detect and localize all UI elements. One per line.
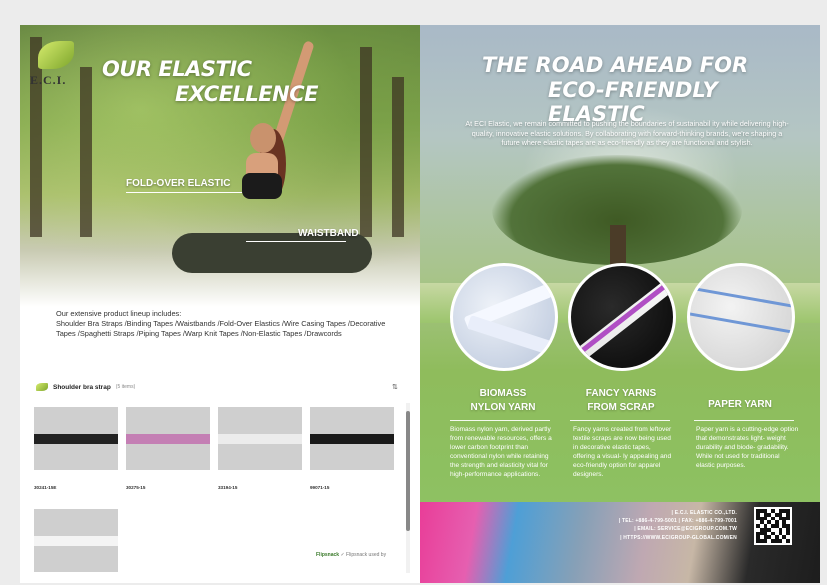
flipsnack-footer[interactable]: Flipsnack ✓ Flipsnack used by [316,552,386,558]
magazine-spread: E.C.I. OUR ELASTIC EXCELLENCE FOLD-OVER … [20,25,820,583]
leaf-icon [38,41,74,69]
email-address[interactable]: | EMAIL: SERVICE@ECIGROUP.COM.TW [619,525,737,533]
eci-mini-logo-icon [36,383,48,391]
yarn-desc-fancy: Fancy yarns created from leftover textil… [573,426,672,478]
callout-line [126,192,242,193]
website-link[interactable]: | HTTPS://WWW.ECIGROUP-GLOBAL.COM/EN [619,534,737,542]
product-code[interactable]: 30241-15E [34,485,56,490]
flipsnack-note: ✓ Flipsnack used by [340,552,387,558]
divider [570,420,670,421]
paper-yarn-photo [687,263,795,371]
divider [450,420,550,421]
intro-product-list: Shoulder Bra Straps /Binding Tapes /Wais… [56,319,386,338]
right-title-line1: THE ROAD AHEAD FOR [482,53,749,77]
product-tile[interactable] [34,509,118,572]
product-tile[interactable] [310,407,394,470]
yarn-title-line: FANCY YARNS [585,388,657,399]
product-code[interactable]: 30275-15 [126,485,145,490]
product-tile[interactable] [34,407,118,470]
product-tile[interactable] [126,407,210,470]
callout-waistband: WAISTBAND [298,228,359,239]
qr-code[interactable] [754,507,792,545]
callout-line [246,241,346,242]
yarn-title-line: PAPER YARN [708,399,772,410]
left-page: E.C.I. OUR ELASTIC EXCELLENCE FOLD-OVER … [20,25,420,583]
scrollbar[interactable] [406,403,410,573]
fancy-yarn-photo [568,263,676,371]
yarn-title-line: NYLON YARN [470,402,536,413]
item-count: (5 items) [115,384,136,390]
biomass-yarn-photo [450,263,558,371]
product-code[interactable]: 33194-15 [218,485,237,490]
sort-icon[interactable]: ⇅ [392,383,398,391]
logo-text: E.C.I. [30,73,67,87]
phone-fax: | TEL: +886-4-799-5001 | FAX: +886-4-799… [618,518,737,525]
yarn-title-fancy: FANCY YARNS FROM SCRAP [566,387,676,415]
contact-block: | E.C.I. ELASTIC CO.,LTD. | TEL: +886-4-… [619,509,737,542]
company-name: | E.C.I. ELASTIC CO.,LTD. [671,510,737,516]
product-tile[interactable] [218,407,302,470]
scrollbar-thumb[interactable] [406,411,410,531]
right-intro-text: At ECI Elastic, we remain committed to p… [465,119,789,148]
yarn-desc-paper: Paper yarn is a cutting-edge option that… [696,426,799,469]
tree-trunk [360,47,372,237]
page-title-line2: EXCELLENCE [175,82,318,106]
yarn-title-line: BIOMASS [479,388,527,399]
intro-text: Our extensive product lineup includes: S… [56,309,396,339]
eci-logo: E.C.I. [30,41,80,101]
divider [694,420,794,421]
product-code[interactable]: 99071-15 [310,485,329,490]
widget-header: Shoulder bra strap (5 items) [36,383,135,391]
tree-trunk [392,77,404,237]
yarn-title-biomass: BIOMASS NYLON YARN [448,387,558,415]
yarn-title-paper: PAPER YARN [685,398,795,412]
right-page: THE ROAD AHEAD FOR ECO-FRIENDLY ELASTIC … [420,25,820,583]
yarn-title-line: FROM SCRAP [587,402,655,413]
yoga-model [172,123,372,303]
callout-foldover: FOLD-OVER ELASTIC [126,178,231,189]
qr-code-pattern [756,509,790,543]
yarn-desc-biomass: Biomass nylon yarn, derived partly from … [450,426,552,478]
category-title[interactable]: Shoulder bra strap [53,384,111,391]
flipsnack-brand[interactable]: Flipsnack [316,552,339,558]
tree-trunk [80,67,92,237]
intro-heading: Our extensive product lineup includes: [56,309,182,318]
page-title-line1: OUR ELASTIC [102,57,252,81]
